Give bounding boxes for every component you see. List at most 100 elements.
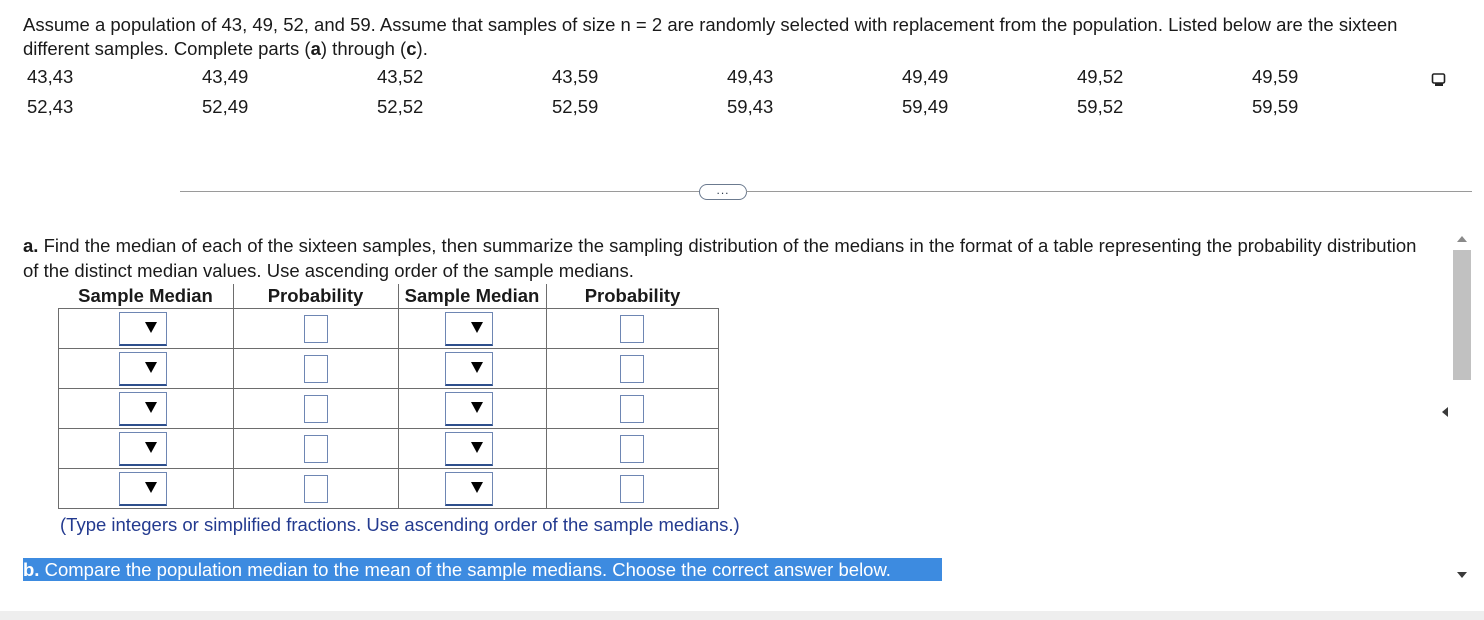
- probability-input[interactable]: [620, 434, 645, 463]
- vertical-scrollbar[interactable]: [1452, 232, 1472, 588]
- median-cell: [397, 388, 547, 429]
- median-dropdown[interactable]: [118, 311, 167, 346]
- problem-through: ) through (: [320, 38, 407, 59]
- median-dropdown[interactable]: [118, 391, 167, 426]
- sample-cell: 59,59: [1252, 96, 1299, 117]
- probability-cell: [545, 388, 719, 429]
- scroll-up-arrow-icon[interactable]: [1457, 236, 1467, 242]
- sample-cell: 59,43: [727, 96, 774, 117]
- probability-input[interactable]: [303, 394, 328, 423]
- sample-cell: 49,59: [1252, 66, 1299, 87]
- problem-intro-1: Assume a population of 43, 49, 52, and 5…: [23, 14, 631, 35]
- chevron-down-icon: [144, 361, 157, 373]
- chevron-down-icon: [471, 481, 483, 493]
- probability-cell: [545, 468, 719, 509]
- median-dropdown[interactable]: [445, 471, 493, 506]
- median-cell: [58, 388, 234, 429]
- table-row: [58, 348, 719, 389]
- probability-input[interactable]: [620, 394, 645, 423]
- probability-input[interactable]: [620, 474, 645, 503]
- problem-end: ).: [416, 38, 428, 59]
- part-b-question: b. Compare the population median to the …: [23, 558, 942, 581]
- part-b-text: Compare the population median to the mea…: [39, 559, 891, 580]
- probability-cell: [232, 348, 399, 389]
- probability-input[interactable]: [303, 314, 328, 343]
- probability-cell: [545, 308, 719, 349]
- median-dropdown[interactable]: [118, 471, 167, 506]
- sample-cell: 49,52: [1077, 66, 1124, 87]
- expand-button[interactable]: ...: [699, 184, 747, 200]
- median-cell: [397, 348, 547, 389]
- median-dropdown[interactable]: [445, 311, 493, 346]
- probability-cell: [545, 428, 719, 469]
- table-row: [58, 468, 719, 509]
- probability-cell: [232, 468, 399, 509]
- sample-cell: 52,59: [552, 96, 599, 117]
- sample-cell: 43,49: [202, 66, 249, 87]
- table-header-row: Sample Median Probability Sample Median …: [58, 284, 719, 309]
- chevron-down-icon: [471, 441, 483, 453]
- scroll-down-arrow-icon[interactable]: [1457, 572, 1467, 578]
- median-dropdown[interactable]: [445, 431, 493, 466]
- samples-row-1: 43,43 43,49 43,52 43,59 49,43 49,49 49,5…: [27, 66, 1427, 96]
- median-cell: [58, 468, 234, 509]
- probability-input[interactable]: [303, 354, 328, 383]
- problem-statement: Assume a population of 43, 49, 52, and 5…: [23, 13, 1423, 61]
- probability-cell: [232, 428, 399, 469]
- header-probability: Probability: [545, 284, 719, 309]
- median-dropdown[interactable]: [445, 351, 493, 386]
- median-dropdown[interactable]: [445, 391, 493, 426]
- samples-row-2: 52,43 52,49 52,52 52,59 59,43 59,49 59,5…: [27, 96, 1427, 126]
- part-a-text: Find the median of each of the sixteen s…: [23, 235, 1417, 281]
- chevron-down-icon: [144, 481, 157, 493]
- sample-cell: 59,49: [902, 96, 949, 117]
- median-cell: [58, 428, 234, 469]
- sample-cell: 52,43: [27, 96, 74, 117]
- sample-cell: 43,43: [27, 66, 74, 87]
- median-cell: [58, 308, 234, 349]
- median-cell: [397, 428, 547, 469]
- sample-cell: 43,52: [377, 66, 424, 87]
- answer-format-note: (Type integers or simplified fractions. …: [60, 514, 740, 535]
- probability-cell: [232, 388, 399, 429]
- probability-cell: [232, 308, 399, 349]
- section-divider-right: [746, 191, 1472, 192]
- part-b-label: b.: [23, 559, 40, 580]
- chevron-down-icon: [144, 441, 157, 453]
- table-row: [58, 308, 719, 349]
- collapse-panel-arrow-icon[interactable]: [1442, 407, 1448, 417]
- section-divider-left: [180, 191, 700, 192]
- median-dropdown[interactable]: [118, 351, 167, 386]
- samples-grid: 43,43 43,49 43,52 43,59 49,43 49,49 49,5…: [27, 66, 1427, 126]
- header-sample-median: Sample Median: [397, 284, 547, 309]
- median-cell: [397, 308, 547, 349]
- sample-cell: 49,43: [727, 66, 774, 87]
- part-a-ref: a: [310, 38, 321, 59]
- chevron-down-icon: [144, 401, 157, 413]
- median-cell: [58, 348, 234, 389]
- table-row: [58, 428, 719, 469]
- scroll-thumb[interactable]: [1453, 250, 1471, 380]
- median-dropdown[interactable]: [118, 431, 167, 466]
- probability-input[interactable]: [303, 474, 328, 503]
- problem-n-value: = 2: [630, 14, 668, 35]
- sample-cell: 43,59: [552, 66, 599, 87]
- header-probability: Probability: [232, 284, 399, 309]
- probability-distribution-table: Sample Median Probability Sample Median …: [58, 284, 719, 509]
- sample-cell: 49,49: [902, 66, 949, 87]
- header-sample-median: Sample Median: [58, 284, 234, 309]
- probability-input[interactable]: [620, 314, 645, 343]
- chevron-down-icon: [471, 361, 483, 373]
- chevron-down-icon: [471, 321, 483, 333]
- table-row: [58, 388, 719, 429]
- chevron-down-icon: [471, 401, 483, 413]
- part-a-question: a. Find the median of each of the sixtee…: [23, 234, 1423, 283]
- chevron-down-icon: [144, 321, 157, 333]
- probability-cell: [545, 348, 719, 389]
- copy-icon[interactable]: [1431, 72, 1447, 88]
- sample-cell: 52,52: [377, 96, 424, 117]
- probability-input[interactable]: [620, 354, 645, 383]
- footer-bar: [0, 611, 1484, 620]
- probability-input[interactable]: [303, 434, 328, 463]
- sample-cell: 52,49: [202, 96, 249, 117]
